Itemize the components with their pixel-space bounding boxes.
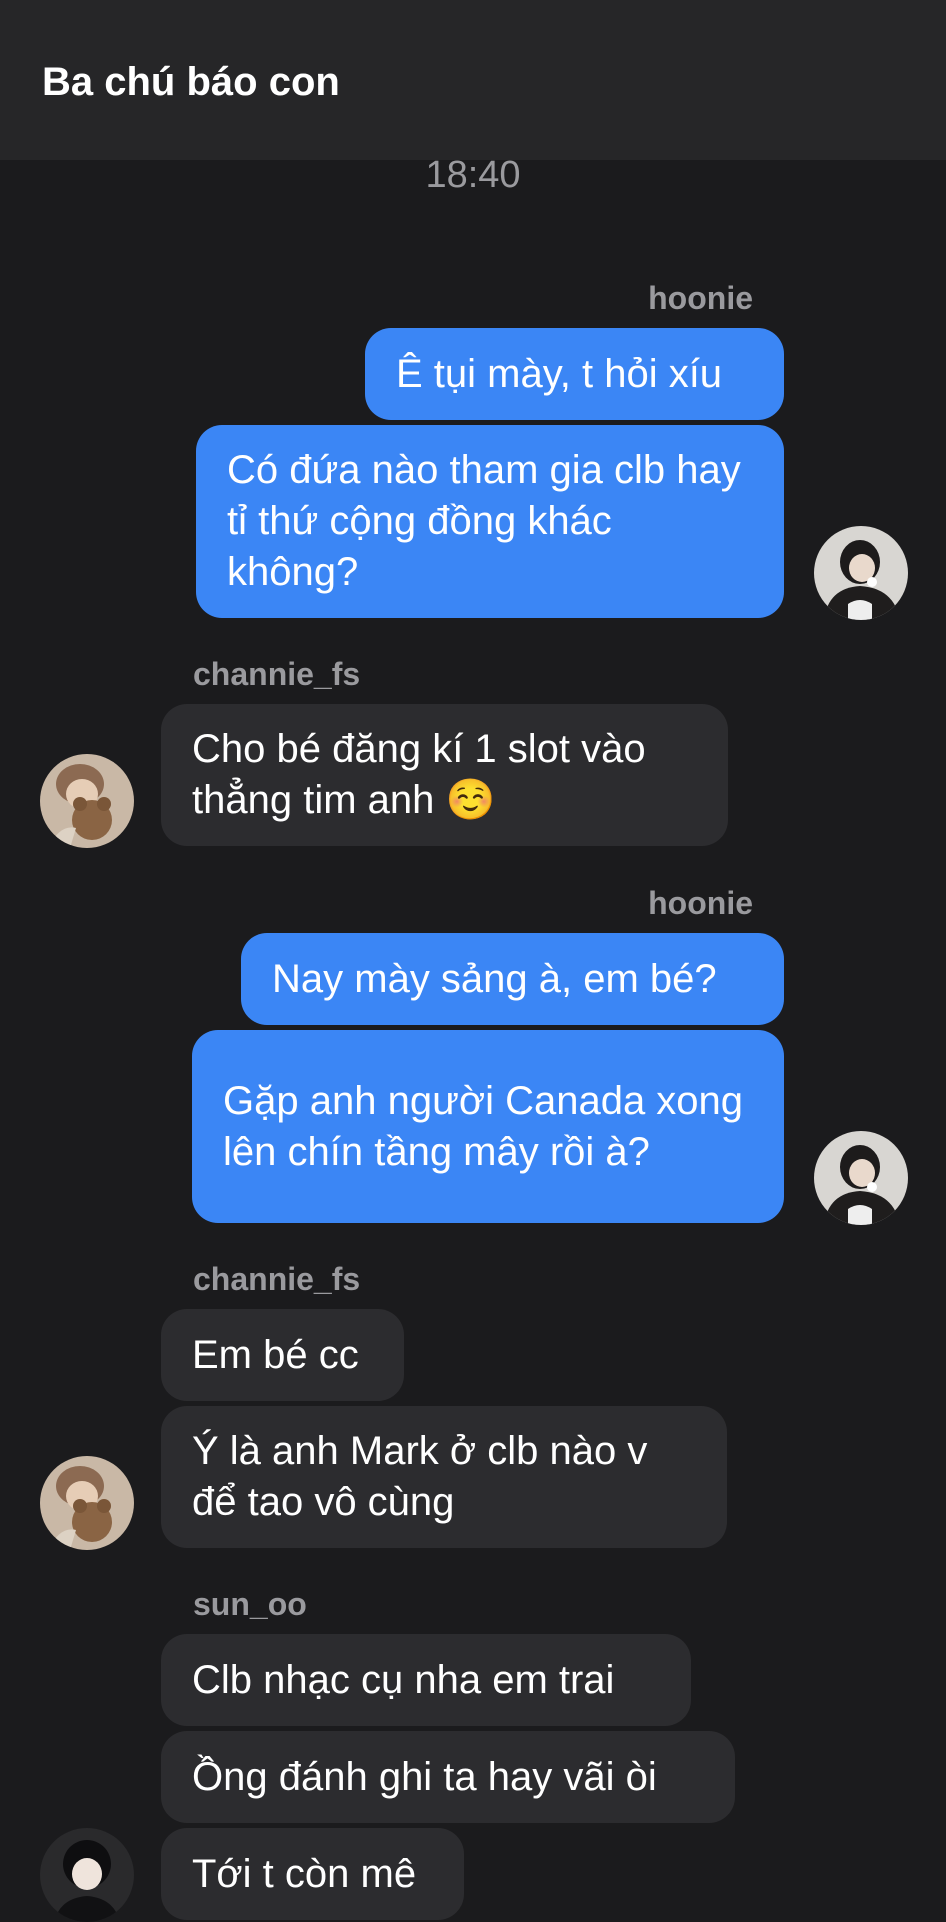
message-bubble[interactable]: Em bé cc <box>161 1309 404 1401</box>
sender-name: channie_fs <box>193 1261 361 1297</box>
person-photo-icon <box>814 1131 908 1225</box>
sender-name: sun_oo <box>193 1586 307 1622</box>
avatar-hoonie[interactable] <box>814 526 908 620</box>
chat-title[interactable]: Ba chú báo con <box>42 60 340 105</box>
person-with-teddy-photo-icon <box>40 1456 134 1550</box>
avatar-channie[interactable] <box>40 1456 134 1550</box>
sender-name: hoonie <box>648 885 753 921</box>
avatar-channie[interactable] <box>40 754 134 848</box>
message-bubble[interactable]: Ý là anh Mark ở clb nào v để tao vô cùng <box>161 1406 727 1548</box>
message-bubble[interactable]: Tới t còn mê <box>161 1828 464 1920</box>
message-bubble[interactable]: Gặp anh người Canada xong lên chín tầng … <box>192 1030 784 1223</box>
avatar-sun[interactable] <box>40 1828 134 1922</box>
sender-name: hoonie <box>648 280 753 316</box>
message-bubble[interactable]: Nay mày sảng à, em bé? <box>241 933 784 1025</box>
chat-header: Ba chú báo con <box>0 0 946 160</box>
message-timestamp: 18:40 <box>425 154 521 196</box>
message-bubble[interactable]: Clb nhạc cụ nha em trai <box>161 1634 691 1726</box>
avatar-hoonie[interactable] <box>814 1131 908 1225</box>
message-bubble[interactable]: Có đứa nào tham gia clb hay tỉ thứ cộng … <box>196 425 784 618</box>
sender-name: channie_fs <box>193 656 361 692</box>
message-bubble[interactable]: Ê tụi mày, t hỏi xíu <box>365 328 784 420</box>
person-photo-icon <box>814 526 908 620</box>
message-bubble[interactable]: Ồng đánh ghi ta hay vãi òi <box>161 1731 735 1823</box>
person-photo-icon <box>40 1828 134 1922</box>
message-bubble[interactable]: Cho bé đăng kí 1 slot vào thẳng tim anh … <box>161 704 728 846</box>
person-with-teddy-photo-icon <box>40 754 134 848</box>
